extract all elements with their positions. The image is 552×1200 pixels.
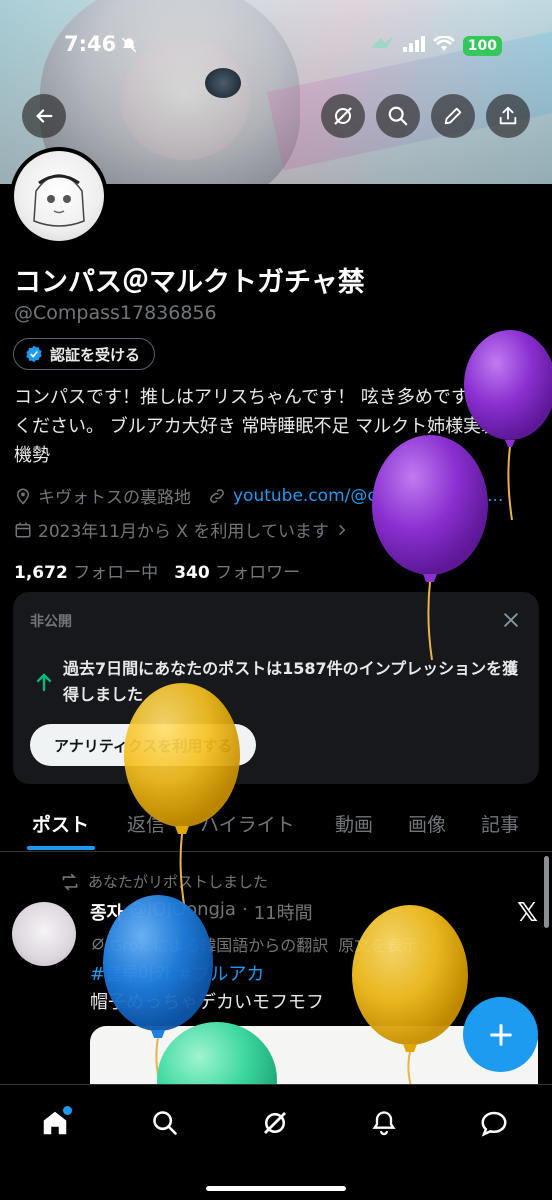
following-link[interactable]: 1,672 フォロー中 — [14, 558, 158, 583]
search-button[interactable] — [376, 94, 420, 138]
get-verified-label: 認証を受ける — [50, 345, 141, 364]
close-icon — [504, 613, 518, 627]
grok-small-icon — [92, 938, 104, 950]
tab-highlights[interactable]: ハイライト — [200, 810, 295, 837]
profile-meta-row: キヴォトスの裏路地 youtube.com/@conpass-l7d?s... — [14, 483, 503, 508]
translation-label: Grok による韓国語からの翻訳 — [110, 936, 329, 955]
wifi-icon — [432, 35, 455, 56]
profile-avatar[interactable] — [10, 147, 108, 245]
avatar-image — [14, 151, 104, 241]
private-tag: 非公開 — [30, 614, 72, 630]
home-notification-dot — [63, 1106, 72, 1115]
profile-link[interactable]: youtube.com/@conpass-l7d?s... — [233, 486, 503, 506]
link-icon — [210, 488, 224, 503]
bottom-navigation — [0, 1084, 552, 1200]
post-header: 종자 @JOJOongja · 11時間 — [90, 899, 313, 925]
analytics-button[interactable]: アナリティクスを利用する — [30, 724, 257, 766]
nav-home[interactable] — [35, 1103, 75, 1143]
search-icon — [388, 106, 408, 126]
close-card-button[interactable] — [501, 610, 521, 634]
translation-note: Grok による韓国語からの翻訳 原文を表示 — [90, 932, 418, 956]
messages-icon — [481, 1111, 507, 1137]
compose-post-button[interactable] — [463, 997, 538, 1072]
profile-bio: コンパスです！推しはアリスちゃんです！ 呟き多めです ご容赦ください。 ブルアカ… — [14, 387, 529, 466]
user-handle: @Compass17836856 — [14, 302, 217, 324]
profile-location: キヴォトスの裏路地 — [38, 488, 191, 508]
verified-badge-icon — [26, 345, 42, 363]
tab-images[interactable]: 画像 — [408, 810, 446, 837]
post-author-avatar[interactable] — [12, 902, 76, 966]
nav-notifications[interactable] — [364, 1103, 404, 1143]
active-tab-indicator — [27, 846, 95, 850]
follow-stats: 1,672 フォロー中 340 フォロワー — [14, 558, 300, 583]
display-name: コンパス＠マルクトガチャ禁 — [14, 267, 365, 298]
nav-search[interactable] — [145, 1103, 185, 1143]
up-arrow-icon — [35, 672, 53, 696]
signal-icon — [402, 36, 425, 56]
share-icon — [499, 106, 517, 125]
back-button[interactable] — [22, 94, 66, 138]
impressions-message: 過去7日間にあなたのポストは1587件のインプレッションを獲得しました — [63, 659, 519, 704]
profile-tabs: ポスト 返信 ハイライト 動画 画像 記事 — [0, 800, 552, 852]
following-label: フォロー中 — [73, 563, 159, 583]
repost-icon — [62, 873, 78, 890]
private-analytics-card: 非公開 過去7日間にあなたのポストは1587件のインプレッションを獲得しました … — [13, 592, 539, 784]
tab-posts[interactable]: ポスト — [32, 810, 89, 837]
hashtag-link[interactable]: #ブルアカ — [177, 960, 264, 986]
nav-grok[interactable] — [255, 1103, 295, 1143]
edit-icon — [444, 107, 462, 125]
edit-button[interactable] — [431, 94, 475, 138]
status-time: 7:46 — [64, 32, 117, 56]
silent-bell-icon — [120, 36, 138, 58]
calendar-icon — [15, 522, 31, 537]
plus-icon — [489, 1023, 512, 1046]
tab-videos[interactable]: 動画 — [335, 810, 373, 837]
following-count: 1,672 — [14, 563, 68, 583]
show-original-link[interactable]: 原文を表示 — [338, 932, 418, 956]
post-author-name[interactable]: 종자 — [90, 899, 123, 925]
bird-icon — [369, 34, 395, 58]
chevron-right-icon — [338, 524, 346, 535]
post-hashtags: #블루아카 #ブルアカ — [90, 960, 264, 986]
share-button[interactable] — [486, 94, 530, 138]
status-bar: 7:46 100 — [0, 0, 552, 90]
post-time: 11時間 — [253, 903, 313, 924]
profile-joined-row[interactable]: 2023年11月から X を利用しています — [14, 517, 349, 542]
x-logo-icon: 𝕏 — [517, 898, 538, 928]
location-icon — [16, 488, 30, 505]
back-icon — [36, 109, 53, 123]
post-author-handle: @JOJOongja — [129, 899, 236, 920]
repost-indicator: あなたがリポストしました — [60, 871, 268, 892]
grok-icon — [264, 1112, 286, 1134]
tab-replies[interactable]: 返信 — [127, 810, 165, 837]
get-verified-button[interactable]: 認証を受ける — [13, 338, 156, 370]
tab-articles[interactable]: 記事 — [481, 810, 519, 837]
grok-icon — [334, 107, 352, 125]
followers-count: 340 — [174, 563, 210, 583]
notifications-icon — [372, 1111, 396, 1136]
post-text: 帽子めっちゃデカいモフモフ — [90, 992, 324, 1013]
hashtag-link[interactable]: #블루아카 — [90, 960, 171, 986]
home-indicator — [206, 1186, 346, 1191]
followers-label: フォロワー — [215, 563, 301, 583]
followers-link[interactable]: 340 フォロワー — [174, 558, 300, 583]
scrollbar[interactable] — [544, 856, 549, 928]
battery-indicator: 100 — [462, 36, 502, 56]
status-right: 100 — [369, 34, 502, 58]
profile-joined: 2023年11月から X を利用しています — [38, 522, 329, 542]
repost-label: あなたがリポストしました — [88, 873, 269, 891]
nav-messages[interactable] — [474, 1103, 514, 1143]
grok-button[interactable] — [321, 94, 365, 138]
search-icon — [153, 1111, 177, 1135]
